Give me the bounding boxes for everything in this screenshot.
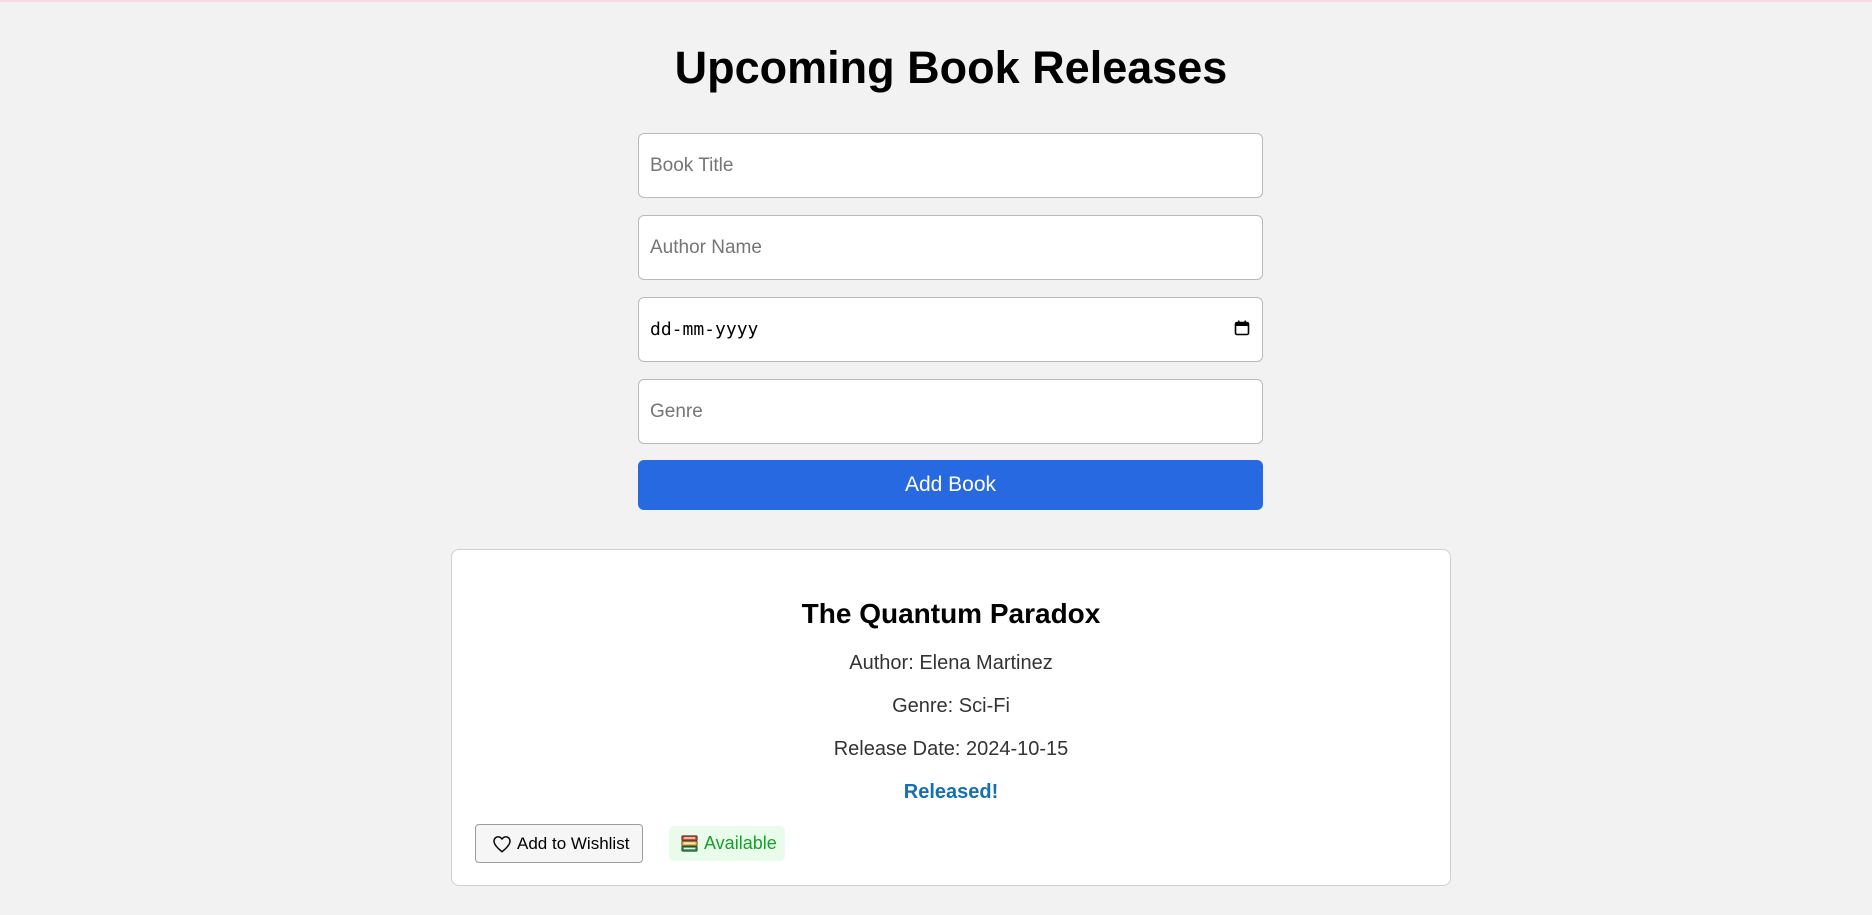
book-release-date: Release Date: 2024-10-15 <box>833 738 1069 760</box>
book-card: The Quantum Paradox Author: Elena Martin… <box>451 549 1451 886</box>
add-to-wishlist-button[interactable]: Add to Wishlist <box>475 824 643 863</box>
book-author: Author: Elena Martinez <box>849 652 1053 674</box>
heart-icon <box>493 835 511 853</box>
page-title: Upcoming Book Releases <box>674 42 1228 93</box>
book-title: The Quantum Paradox <box>801 598 1101 629</box>
release-status: Released! <box>903 781 999 803</box>
author-name-input[interactable]: Author Name <box>638 215 1263 280</box>
book-title-input[interactable]: Book Title <box>638 133 1263 198</box>
books-icon <box>681 835 698 852</box>
add-book-form: Book Title Author Name dd-mm-yyyy Genre … <box>638 133 1263 510</box>
add-book-button[interactable]: Add Book <box>638 460 1263 510</box>
genre-input[interactable]: Genre <box>638 379 1263 444</box>
date-placeholder: dd-mm-yyyy <box>650 319 759 340</box>
release-date-input[interactable]: dd-mm-yyyy <box>638 297 1263 362</box>
wishlist-label: Add to Wishlist <box>517 833 630 853</box>
calendar-icon[interactable] <box>1234 320 1250 336</box>
book-genre: Genre: Sci-Fi <box>892 695 1010 717</box>
top-border <box>0 0 1872 2</box>
availability-badge: Available <box>669 826 785 861</box>
availability-label: Available <box>704 833 777 853</box>
